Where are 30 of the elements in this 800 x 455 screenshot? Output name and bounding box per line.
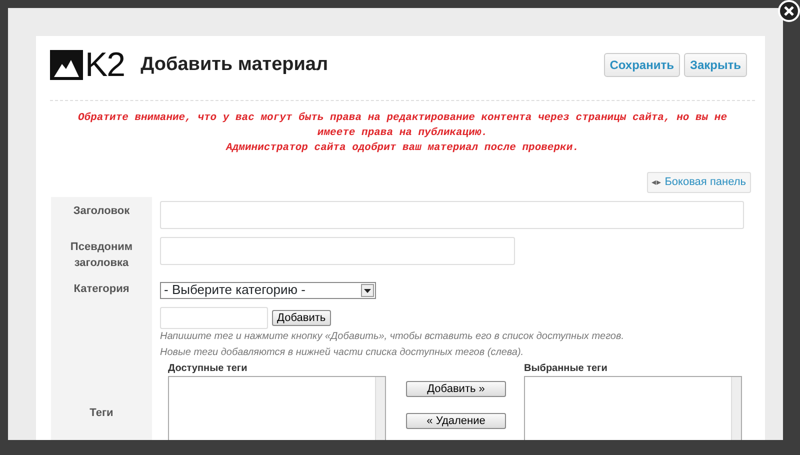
- field-label: Псевдоним заголовка: [70, 240, 133, 269]
- category-dropdown[interactable]: - Выберите категорию -: [160, 282, 376, 298]
- field-label: Категория: [74, 282, 130, 294]
- logo-text: K2: [85, 48, 125, 82]
- notice-text: Обратите внимание, что у вас могут быть права на редактирование контента через страницы сайта, но вы не имеете права на публикацию.: [76, 111, 728, 141]
- hint-text: Напишите тег и нажмите кнопку «Добавить», чтобы вставить его в список доступных тегов.: [160, 330, 625, 344]
- text-field[interactable]: [160, 236, 515, 264]
- add-tag-button[interactable]: Добавить: [272, 310, 331, 326]
- list-title: Выбранные теги: [524, 362, 608, 376]
- move-button[interactable]: « Удаление: [406, 413, 506, 429]
- mountain-logo-icon: [50, 50, 83, 80]
- move-button[interactable]: Добавить »: [406, 381, 506, 397]
- notice-text: Администратор сайта одобрит ваш материал после проверки.: [224, 141, 580, 156]
- sidebar-toggle-button[interactable]: ◂▸ Боковая панель: [646, 172, 751, 192]
- dropdown-value: - Выберите категорию -: [164, 281, 306, 300]
- close-icon: [784, 6, 794, 16]
- arrows-icon: ◂▸: [652, 177, 662, 187]
- field-label: Теги: [90, 406, 114, 421]
- scrollbar: [375, 377, 385, 440]
- tag-field[interactable]: [160, 307, 268, 329]
- scrollbar: [731, 377, 741, 440]
- hint-text: Новые теги добавляются в нижней части списка доступных тегов (слева).: [160, 346, 525, 360]
- page-title: Добавить материал: [140, 54, 328, 76]
- selected-tags-list[interactable]: [524, 376, 742, 440]
- caret-icon: [361, 284, 374, 296]
- close-button[interactable]: [778, 0, 800, 22]
- text-field[interactable]: [160, 200, 744, 228]
- field-label: Заголовок: [73, 204, 130, 216]
- available-tags-list[interactable]: [168, 376, 386, 440]
- list-title: Доступные теги: [168, 362, 248, 376]
